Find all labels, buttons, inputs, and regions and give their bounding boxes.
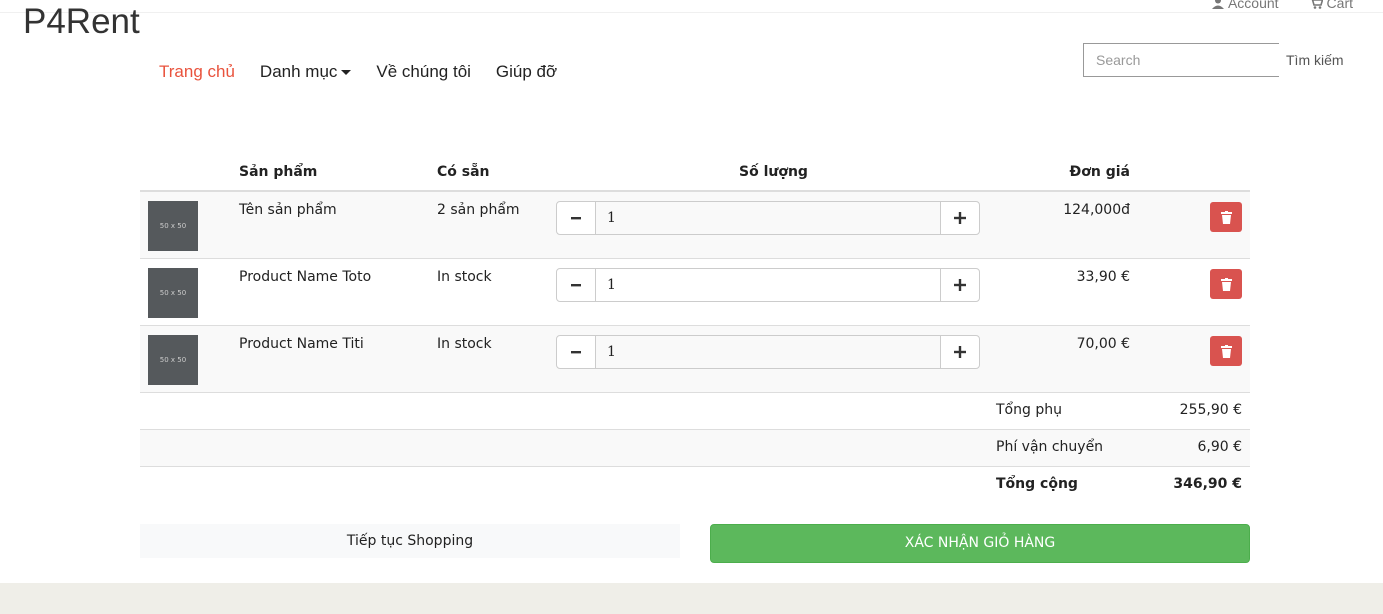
product-name: Tên sản phẩm [239,202,337,218]
confirm-cart-button[interactable]: XÁC NHẬN GIỎ HÀNG [710,524,1250,563]
header-product: Sản phẩm [239,164,318,180]
decrease-quantity-button[interactable] [556,201,596,235]
product-name: Product Name Titi [239,336,364,352]
table-header: Sản phẩm Có sẵn Số lượng Đơn giá [140,155,1250,192]
quantity-input[interactable]: 1 [596,201,940,235]
total-label: Tổng cộng [996,476,1078,492]
plus-icon [954,346,966,358]
increase-quantity-button[interactable] [940,335,980,369]
cart-table: Sản phẩm Có sẵn Số lượng Đơn giá 50 x 50… [140,155,1250,504]
product-name: Product Name Toto [239,269,372,285]
decrease-quantity-button[interactable] [556,335,596,369]
product-availability: In stock [437,336,492,352]
brand-logo[interactable]: P4Rent [23,2,140,42]
search-input[interactable]: Search [1083,43,1279,77]
nav-about[interactable]: Về chúng tôi [376,62,471,82]
quantity-input[interactable]: 1 [596,268,940,302]
nav-categories-label: Danh mục [259,62,338,81]
cart-label: Cart [1326,0,1353,11]
user-icon [1211,0,1224,9]
trash-icon [1220,277,1232,291]
shipping-value: 6,90 € [1197,439,1242,455]
subtotal-value: 255,90 € [1179,402,1242,418]
search-button[interactable]: Tìm kiếm [1286,52,1344,68]
minus-icon [571,284,581,287]
minus-icon [571,351,581,354]
header-unit-price: Đơn giá [1069,164,1130,180]
product-availability: 2 sản phẩm [437,202,520,218]
table-row: 50 x 50 Product Name Titi In stock 1 70,… [140,326,1250,393]
cart-link[interactable]: Cart [1309,0,1353,11]
total-value: 346,90 € [1173,476,1242,492]
header-available: Có sẵn [437,164,490,180]
trash-icon [1220,210,1232,224]
delete-item-button[interactable] [1210,269,1242,299]
subtotal-row: Tổng phụ 255,90 € [140,393,1250,430]
table-row: 50 x 50 Tên sản phẩm 2 sản phẩm 1 124,00… [140,192,1250,259]
main-nav: Trang chủ Danh mục Về chúng tôi Giúp đỡ [159,62,557,82]
delete-item-button[interactable] [1210,336,1242,366]
shipping-label: Phí vận chuyển [996,439,1104,455]
table-row: 50 x 50 Product Name Toto In stock 1 33,… [140,259,1250,326]
product-availability: In stock [437,269,492,285]
header-quantity: Số lượng [739,164,808,180]
cart-icon [1311,0,1323,9]
total-row: Tổng cộng 346,90 € [140,467,1250,504]
increase-quantity-button[interactable] [940,268,980,302]
nav-categories[interactable]: Danh mục [259,62,352,82]
quantity-stepper: 1 [556,335,980,369]
continue-shopping-button[interactable]: Tiếp tục Shopping [140,524,680,558]
shipping-row: Phí vận chuyển 6,90 € [140,430,1250,467]
product-thumbnail: 50 x 50 [148,201,198,251]
product-thumbnail: 50 x 50 [148,268,198,318]
subtotal-label: Tổng phụ [996,402,1062,418]
quantity-input[interactable]: 1 [596,335,940,369]
delete-item-button[interactable] [1210,202,1242,232]
header-divider [0,12,1383,13]
minus-icon [571,217,581,220]
trash-icon [1220,344,1232,358]
footer [0,583,1383,614]
product-price: 33,90 € [1076,269,1130,285]
product-price: 124,000đ [1063,202,1130,218]
caret-down-icon [341,70,352,76]
nav-home[interactable]: Trang chủ [159,62,235,82]
plus-icon [954,212,966,224]
account-link[interactable]: Account [1211,0,1279,11]
quantity-stepper: 1 [556,268,980,302]
top-nav: Account Cart [1211,0,1353,11]
account-label: Account [1227,0,1279,11]
increase-quantity-button[interactable] [940,201,980,235]
product-thumbnail: 50 x 50 [148,335,198,385]
plus-icon [954,279,966,291]
product-price: 70,00 € [1076,336,1130,352]
nav-help[interactable]: Giúp đỡ [496,62,557,82]
quantity-stepper: 1 [556,201,980,235]
decrease-quantity-button[interactable] [556,268,596,302]
